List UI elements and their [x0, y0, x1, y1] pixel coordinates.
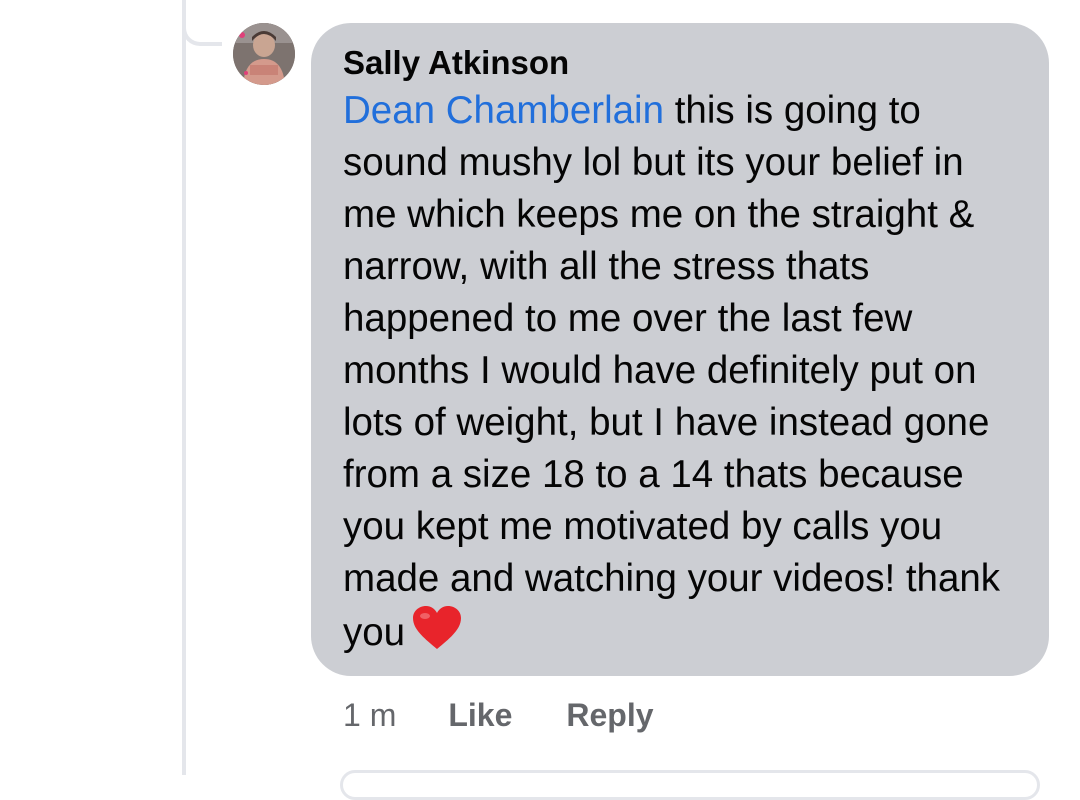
- comment-actions: 1 m Like Reply: [343, 695, 654, 735]
- comment-body: this is going to sound mushy lol but its…: [343, 89, 1001, 654]
- comment-text: Dean Chamberlain this is going to sound …: [343, 85, 1019, 665]
- avatar[interactable]: [233, 23, 295, 85]
- mention-link[interactable]: Dean Chamberlain: [343, 89, 664, 132]
- avatar-photo: [233, 23, 295, 85]
- thread-connector: [182, 0, 222, 46]
- like-button[interactable]: Like: [448, 697, 512, 734]
- comment-timestamp[interactable]: 1 m: [343, 697, 396, 734]
- thread-line: [182, 0, 186, 775]
- reply-button[interactable]: Reply: [566, 697, 653, 734]
- comment-bubble: Sally Atkinson Dean Chamberlain this is …: [311, 23, 1049, 676]
- heart-icon: [411, 605, 463, 665]
- comment-author[interactable]: Sally Atkinson: [343, 43, 1019, 83]
